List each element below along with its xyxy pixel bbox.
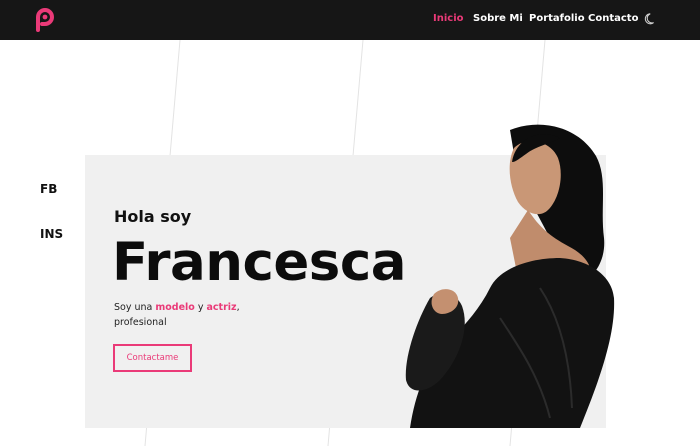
hero-description: Soy una modelo y actriz, profesional [114,300,254,330]
desc-highlight-modelo: modelo [155,302,195,313]
desc-mid: y [194,302,207,313]
p-logo-icon[interactable] [31,7,57,33]
social-link-instagram[interactable]: INS [40,227,63,241]
nav-item-sobre-mi[interactable]: Sobre Mi [473,13,523,24]
moon-icon[interactable] [644,12,658,26]
nav-item-contacto[interactable]: Contacto [588,13,638,24]
nav-item-inicio[interactable]: Inicio [433,13,464,24]
desc-prefix: Soy una [114,302,156,313]
hero-greeting: Hola soy [114,207,192,226]
social-link-facebook[interactable]: FB [40,182,57,196]
navbar: Inicio Sobre Mi Portafolio Contacto [0,0,700,40]
nav-item-portafolio[interactable]: Portafolio [529,13,585,24]
model-portrait [405,124,615,428]
desc-highlight-actriz: actriz [206,302,237,313]
contact-button[interactable]: Contactame [113,344,192,372]
hero-name: Francesca [112,232,407,293]
